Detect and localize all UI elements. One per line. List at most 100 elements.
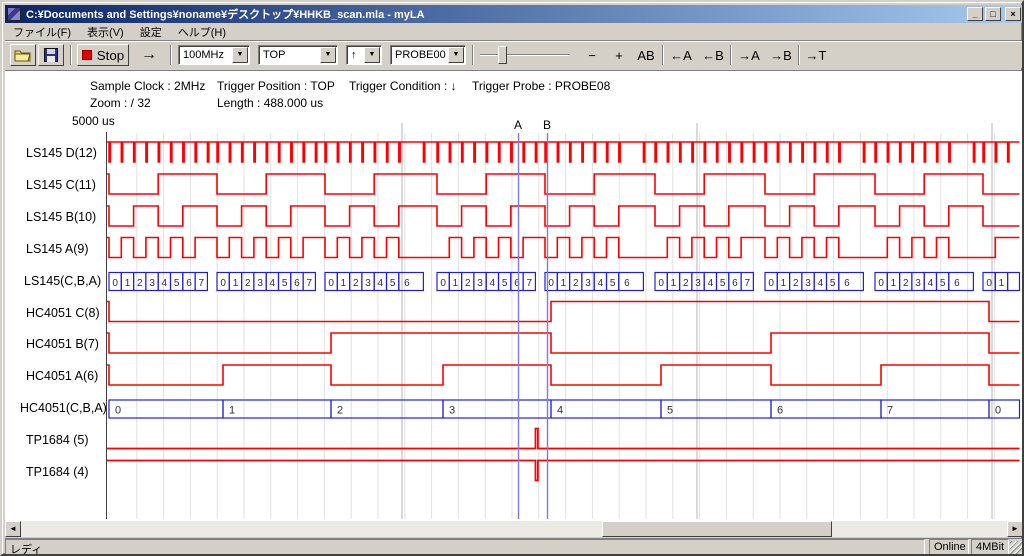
svg-text:7: 7 <box>527 278 533 289</box>
svg-text:2: 2 <box>465 278 471 289</box>
svg-text:3: 3 <box>449 405 455 417</box>
svg-text:1: 1 <box>671 278 677 289</box>
trigger-position-combobox[interactable]: TOP ▼ <box>258 45 338 65</box>
cursor-b-label: B <box>540 118 554 132</box>
clock-combobox[interactable]: 100MHz ▼ <box>178 45 250 65</box>
svg-text:6: 6 <box>844 278 850 289</box>
wave-ls145-c-b-a: 0123456701234567012345601234567012345601… <box>109 273 1020 291</box>
svg-text:5: 5 <box>610 278 616 289</box>
resize-grip[interactable] <box>1010 541 1023 554</box>
set-cursor-b-button[interactable]: →B <box>766 44 796 66</box>
svg-text:6: 6 <box>777 405 783 417</box>
dropdown-arrow-icon[interactable]: ▼ <box>448 47 464 63</box>
toolbar-separator <box>730 45 732 65</box>
svg-text:2: 2 <box>353 278 359 289</box>
svg-text:2: 2 <box>683 278 689 289</box>
save-button[interactable] <box>38 44 64 66</box>
svg-text:0: 0 <box>440 278 446 289</box>
svg-text:3: 3 <box>365 278 371 289</box>
svg-text:4: 4 <box>818 278 824 289</box>
maximize-button[interactable]: □ <box>985 7 1001 21</box>
dropdown-arrow-icon[interactable]: ▼ <box>320 47 336 63</box>
svg-text:6: 6 <box>294 278 300 289</box>
app-icon <box>7 7 21 21</box>
svg-text:1: 1 <box>891 278 897 289</box>
set-cursor-a-button[interactable]: →A <box>734 44 764 66</box>
trigger-edge-combobox[interactable]: ↑ ▼ <box>346 45 382 65</box>
svg-text:0: 0 <box>995 405 1001 417</box>
toolbar-separator <box>170 45 172 65</box>
channel-label-hc4051-a-6: HC4051 A(6) <box>26 369 98 383</box>
trigger-condition-text: Trigger Condition : ↓ <box>349 79 457 93</box>
stop-button[interactable]: Stop <box>77 44 129 66</box>
svg-text:7: 7 <box>199 278 205 289</box>
trigger-edge-value: ↑ <box>351 49 357 61</box>
save-floppy-icon <box>44 48 58 62</box>
waveform-plot: 0123456701234567012345601234567012345601… <box>106 120 1022 520</box>
svg-text:3: 3 <box>149 278 155 289</box>
goto-trigger-button[interactable]: →T <box>802 44 830 66</box>
channel-label-tp1684-4: TP1684 (4) <box>26 465 89 479</box>
svg-text:0: 0 <box>220 278 226 289</box>
goto-cursor-a-button[interactable]: ←A <box>666 44 696 66</box>
svg-text:5: 5 <box>502 278 508 289</box>
channel-label-ls145-a-9: LS145 A(9) <box>26 242 89 256</box>
toolbar-separator <box>472 45 474 65</box>
scroll-right-icon[interactable]: ► <box>1007 521 1023 537</box>
menu-help[interactable]: ヘルプ(H) <box>170 22 234 42</box>
dropdown-arrow-icon[interactable]: ▼ <box>364 47 380 63</box>
svg-text:4: 4 <box>708 278 714 289</box>
menu-view[interactable]: 表示(V) <box>79 22 132 42</box>
minimize-button[interactable]: _ <box>967 7 983 21</box>
svg-text:3: 3 <box>257 278 263 289</box>
svg-text:0: 0 <box>986 278 992 289</box>
channel-label-hc4051-c-8: HC4051 C(8) <box>26 306 100 320</box>
probe-value: PROBE00 <box>395 49 446 61</box>
svg-text:0: 0 <box>548 278 554 289</box>
svg-text:1: 1 <box>125 278 131 289</box>
svg-text:5: 5 <box>830 278 836 289</box>
horizontal-scrollbar[interactable]: ◄ ► <box>5 521 1023 537</box>
menu-bar: ファイル(F) 表示(V) 設定 ヘルプ(H) <box>5 23 1023 40</box>
status-ready: レディ <box>5 539 925 555</box>
svg-text:7: 7 <box>307 278 313 289</box>
close-button[interactable]: × <box>1005 7 1021 21</box>
menu-settings[interactable]: 設定 <box>132 22 170 42</box>
cursor-a-label: A <box>511 118 525 132</box>
svg-text:6: 6 <box>186 278 192 289</box>
status-bar: レディ Online 4MBit <box>5 539 1023 555</box>
svg-text:5: 5 <box>667 405 673 417</box>
svg-text:3: 3 <box>477 278 483 289</box>
svg-text:2: 2 <box>793 278 799 289</box>
toolbar-separator <box>70 45 72 65</box>
zoom-in-button[interactable]: + <box>608 44 630 66</box>
svg-text:2: 2 <box>903 278 909 289</box>
svg-text:6: 6 <box>624 278 630 289</box>
scroll-left-icon[interactable]: ◄ <box>5 521 21 537</box>
svg-text:5: 5 <box>720 278 726 289</box>
channel-label-ls145-d-12: LS145 D(12) <box>26 146 97 160</box>
svg-text:1: 1 <box>233 278 239 289</box>
zoom-ab-button[interactable]: AB <box>632 44 660 66</box>
scrollbar-thumb[interactable] <box>602 521 832 537</box>
zoom-slider-thumb[interactable] <box>498 46 507 64</box>
zoom-slider-track[interactable] <box>480 54 570 56</box>
svg-text:3: 3 <box>915 278 921 289</box>
open-folder-icon <box>14 48 32 62</box>
svg-text:4: 4 <box>378 278 384 289</box>
menu-file[interactable]: ファイル(F) <box>5 22 79 42</box>
probe-combobox[interactable]: PROBE00 ▼ <box>390 45 466 65</box>
svg-text:4: 4 <box>490 278 496 289</box>
channel-label-ls145-b-10: LS145 B(10) <box>26 210 96 224</box>
zoom-out-button[interactable]: − <box>580 44 604 66</box>
dropdown-arrow-icon[interactable]: ▼ <box>232 47 248 63</box>
run-button[interactable]: → <box>134 44 164 66</box>
sample-clock-text: Sample Clock : 2MHz <box>90 79 205 93</box>
goto-cursor-b-button[interactable]: ←B <box>698 44 728 66</box>
length-text: Length : 488.000 us <box>217 96 323 110</box>
svg-text:1: 1 <box>453 278 459 289</box>
open-button[interactable] <box>10 44 36 66</box>
title-bar[interactable]: C:¥Documents and Settings¥noname¥デスクトップ¥… <box>5 5 1023 23</box>
app-window: C:¥Documents and Settings¥noname¥デスクトップ¥… <box>0 0 1024 556</box>
trigger-probe-text: Trigger Probe : PROBE08 <box>472 79 610 93</box>
